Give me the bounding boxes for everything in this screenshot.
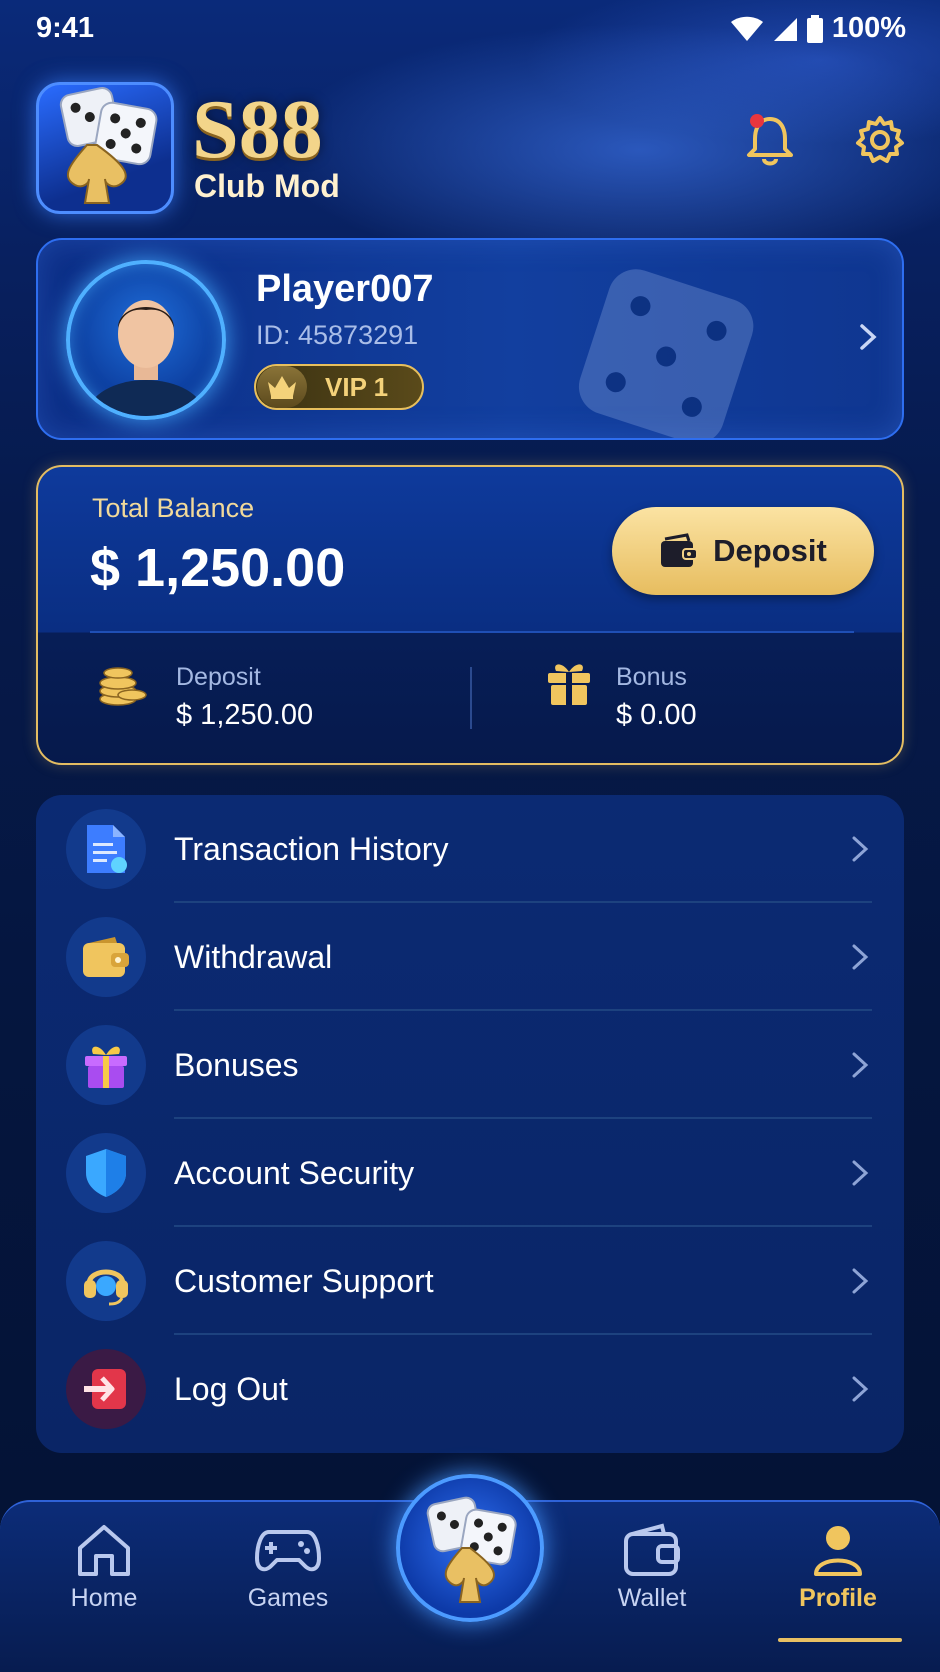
player-id: ID: 45873291: [256, 320, 419, 350]
chevron-right-icon: [852, 1376, 869, 1402]
sub-divider: [470, 667, 472, 729]
balance-card: Total Balance $ 1,250.00 Deposit Deposit…: [36, 465, 904, 765]
nav-label: Home: [70, 1584, 138, 1612]
settings-button[interactable]: [850, 110, 910, 170]
chevron-right-icon: [852, 1268, 869, 1294]
app-logo: [36, 82, 174, 214]
chevron-right-icon: [852, 944, 869, 970]
gear-icon: [856, 116, 904, 163]
chevron-right-icon: [852, 1160, 869, 1186]
vip-badge: VIP 1: [254, 364, 424, 410]
status-time: 9:41: [36, 12, 95, 44]
logout-icon: [66, 1349, 146, 1429]
nav-games[interactable]: Games: [218, 1522, 358, 1662]
deposit-button[interactable]: Deposit: [612, 507, 874, 595]
battery-icon: [806, 14, 823, 43]
wallet-icon: [661, 533, 699, 567]
brand-subtitle: Club Mod: [194, 168, 340, 204]
chevron-right-icon: [852, 1052, 869, 1078]
menu-label: Log Out: [174, 1370, 288, 1407]
menu-item-log-out[interactable]: Log Out: [36, 1335, 904, 1443]
chevron-right-icon: [852, 836, 869, 862]
total-balance-amount: $ 1,250.00: [90, 538, 346, 598]
nav-label: Profile: [799, 1584, 877, 1612]
deposit-sub-value: $ 1,250.00: [176, 699, 314, 731]
battery-percent: 100%: [831, 12, 906, 44]
bonus-sub-value: $ 0.00: [616, 699, 697, 731]
gamepad-icon: [255, 1530, 321, 1572]
notification-dot: [750, 114, 764, 128]
home-icon: [78, 1525, 130, 1576]
wallet-icon: [624, 1523, 680, 1576]
menu-label: Account Security: [174, 1154, 415, 1191]
gift-icon: [548, 664, 590, 705]
menu-item-transaction-history[interactable]: Transaction History: [36, 795, 904, 903]
avatar[interactable]: [66, 260, 226, 420]
dice-logo-icon: [59, 87, 158, 204]
crown-icon: [257, 366, 307, 408]
nav-wallet[interactable]: Wallet: [582, 1522, 722, 1662]
brand-title: S88: [192, 83, 323, 176]
nav-home[interactable]: Home: [34, 1522, 174, 1662]
balance-divider: [90, 631, 854, 633]
coins-icon: [99, 667, 147, 706]
menu-item-account-security[interactable]: Account Security: [36, 1119, 904, 1227]
bell-icon: [747, 114, 793, 166]
wallet-icon: [66, 917, 146, 997]
nav-label: Games: [247, 1584, 329, 1612]
player-name: Player007: [256, 268, 434, 310]
menu-label: Customer Support: [174, 1262, 434, 1299]
dice-logo-icon: [426, 1496, 517, 1603]
account-menu: Transaction History Withdrawal Bonuses A…: [36, 795, 904, 1453]
chevron-right-icon[interactable]: [852, 322, 882, 352]
shield-icon: [66, 1133, 146, 1213]
nav-label: Wallet: [617, 1584, 687, 1612]
menu-label: Bonuses: [174, 1046, 299, 1083]
gift-icon: [66, 1025, 146, 1105]
signal-icon: [773, 17, 797, 41]
menu-item-customer-support[interactable]: Customer Support: [36, 1227, 904, 1335]
user-avatar-icon: [88, 300, 204, 416]
nav-active-indicator: [778, 1638, 902, 1642]
dice-decoration-icon: [578, 269, 754, 438]
status-indicators: 100%: [730, 12, 906, 45]
profile-card[interactable]: Player007 ID: 45873291 VIP 1: [36, 238, 904, 440]
deposit-button-label: Deposit: [713, 533, 827, 568]
menu-item-withdrawal[interactable]: Withdrawal: [36, 903, 904, 1011]
total-balance-label: Total Balance: [92, 493, 255, 523]
notifications-button[interactable]: [740, 110, 800, 170]
menu-item-bonuses[interactable]: Bonuses: [36, 1011, 904, 1119]
document-icon: [66, 809, 146, 889]
bonus-sub-label: Bonus: [616, 663, 687, 691]
menu-label: Withdrawal: [174, 938, 333, 975]
user-icon: [814, 1526, 862, 1576]
nav-center-games-button[interactable]: [396, 1474, 544, 1622]
menu-label: Transaction History: [174, 830, 449, 867]
vip-level: VIP 1: [325, 371, 389, 402]
deposit-sub-label: Deposit: [176, 663, 261, 691]
headset-icon: [66, 1241, 146, 1321]
wifi-icon: [730, 16, 763, 41]
